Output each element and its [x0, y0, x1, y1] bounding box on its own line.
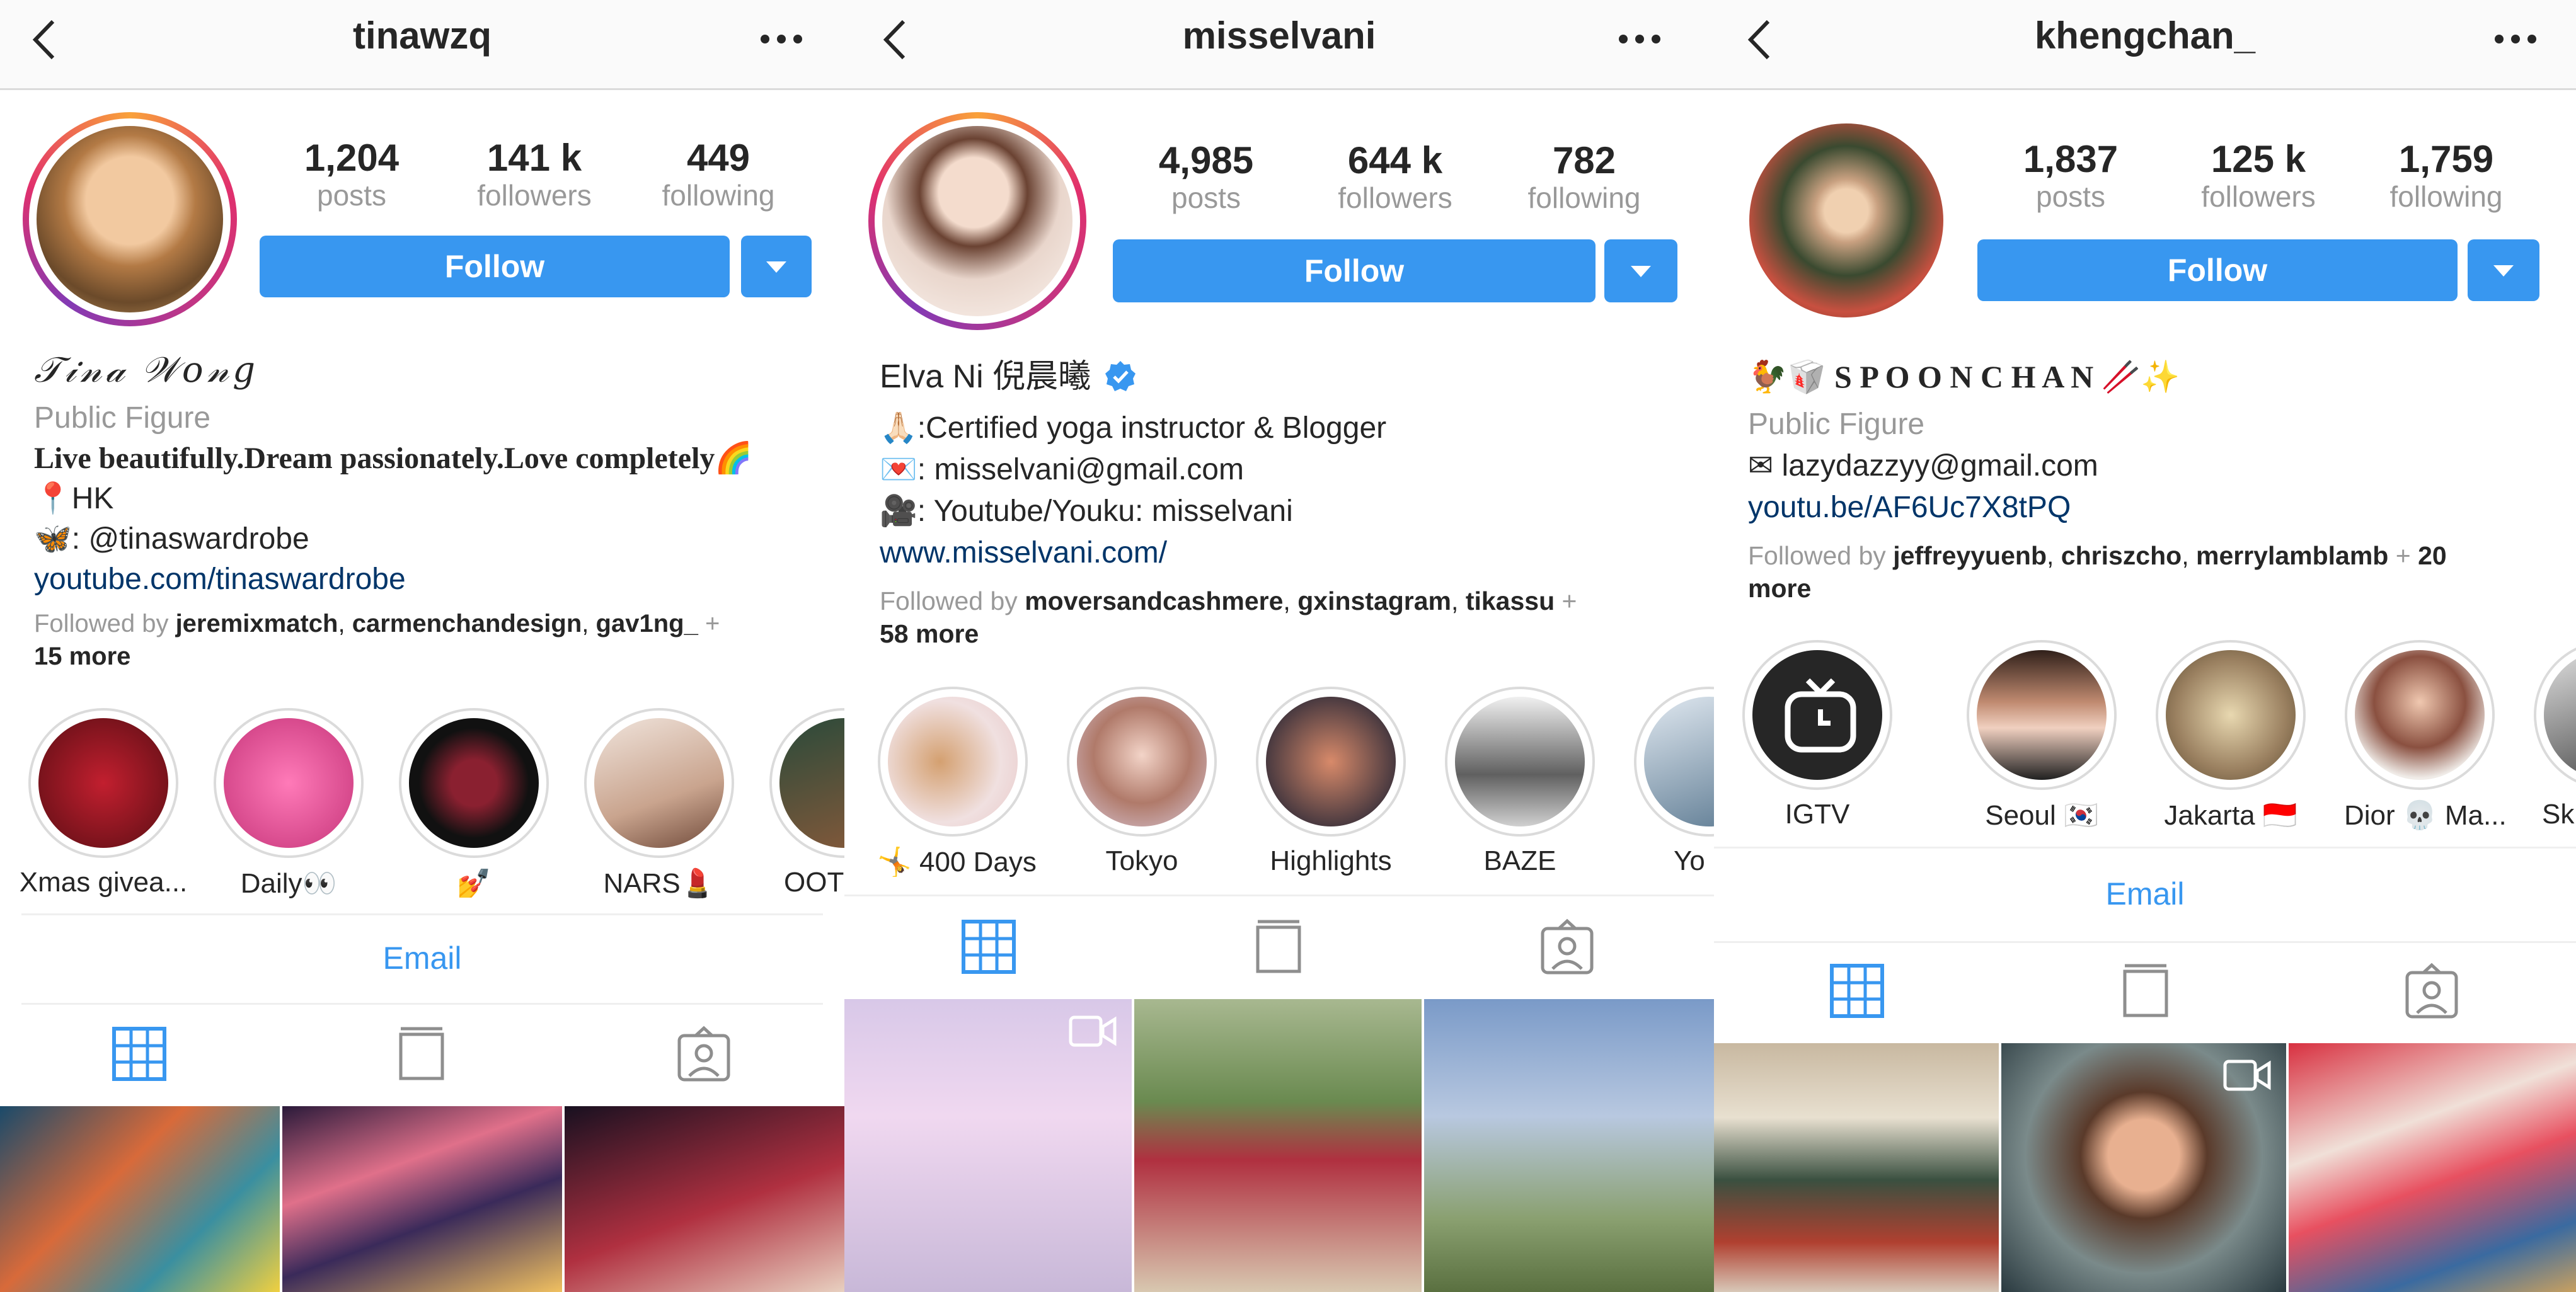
more-options-icon[interactable] [1614, 26, 1665, 52]
igtv-icon[interactable] [1250, 918, 1307, 975]
verified-badge-icon [1105, 361, 1136, 391]
highlight-igtv[interactable]: IGTV [1742, 640, 1893, 830]
followed-by[interactable]: Followed by jeremixmatch, carmenchandesi… [34, 607, 720, 640]
bio-line[interactable]: 🦋: @tinaswardrobe [34, 519, 309, 559]
tagged-icon[interactable] [1539, 918, 1596, 975]
post-thumbnail[interactable] [844, 999, 1132, 1292]
followed-by-more[interactable]: 58 more [880, 617, 979, 650]
post-thumbnail[interactable] [1424, 999, 1714, 1292]
highlight-story[interactable]: Tokyo [1066, 687, 1217, 877]
header-bar: misselvani [844, 0, 1714, 90]
followed-by[interactable]: Followed by jeffreyyuenb, chriszcho, mer… [1748, 539, 2447, 572]
post-thumbnail[interactable] [2289, 1043, 2576, 1292]
tagged-icon[interactable] [676, 1026, 732, 1082]
avatar-photo [882, 126, 1072, 316]
profile-panel-misselvani: misselvani 4,985 posts 644 k followers 782… [844, 0, 1714, 1292]
stat-followers[interactable]: 141 k followers [452, 137, 616, 212]
video-icon [2223, 1060, 2271, 1091]
grid-icon[interactable] [960, 918, 1017, 975]
follow-button[interactable]: Follow [260, 236, 730, 297]
post-thumbnail[interactable] [282, 1106, 562, 1292]
more-options-icon[interactable] [756, 26, 807, 52]
suggestions-dropdown-button[interactable] [2468, 239, 2539, 301]
bio-line: 🙏🏻:Certified yoga instructor & Blogger [880, 411, 1387, 445]
post-thumbnail[interactable] [1714, 1043, 1999, 1292]
bio-line: ✉ lazydazzyy@gmail.com [1748, 449, 2098, 483]
website-link[interactable]: www.misselvani.com/ [880, 533, 1167, 573]
avatar-photo [37, 126, 223, 312]
igtv-icon[interactable] [2117, 963, 2174, 1019]
post-thumbnail[interactable] [0, 1106, 280, 1292]
display-name: Elva Ni 倪晨曦 [880, 358, 1091, 395]
video-icon [1069, 1015, 1117, 1047]
stat-following[interactable]: 1,759 following [2364, 139, 2528, 214]
highlight-story[interactable]: Yo [1633, 687, 1714, 877]
highlight-story[interactable]: Jakarta 🇮🇩 [2155, 640, 2306, 832]
more-options-icon[interactable] [2490, 26, 2541, 52]
highlight-story[interactable]: NARS💄 [584, 708, 735, 900]
highlight-story[interactable]: OOT [769, 708, 844, 898]
stat-followers[interactable]: 644 k followers [1313, 140, 1477, 215]
profile-panel-khengchan: khengchan_ 1,837 posts 125 k followers 1,7… [1714, 0, 2576, 1292]
website-link[interactable]: youtube.com/tinaswardrobe [34, 559, 406, 600]
stat-posts: 4,985 posts [1158, 139, 1254, 215]
stat-followers[interactable]: 125 k followers [2176, 139, 2340, 214]
highlight-story[interactable]: Xmas givea... [20, 708, 187, 898]
follow-button[interactable]: Follow [1113, 239, 1596, 302]
avatar[interactable] [1749, 123, 1943, 317]
display-name-row: Elva Ni 倪晨曦 [880, 357, 1137, 397]
highlight-story[interactable]: Dior 💀 Ma... [2344, 640, 2507, 832]
header-bar: khengchan_ [1714, 0, 2576, 90]
category-label: Public Figure [1748, 408, 1925, 441]
igtv-icon[interactable] [393, 1026, 450, 1082]
highlight-story[interactable]: Daily👀 [213, 708, 364, 900]
follow-button[interactable]: Follow [1977, 239, 2458, 301]
igtv-logo-icon [1785, 678, 1856, 753]
profile-username: tinawzq [353, 14, 492, 57]
grid-icon[interactable] [1829, 963, 1885, 1019]
highlight-story[interactable]: Ski [2533, 640, 2576, 830]
display-name: 🐓🥡 S P O O N C H A N 🥢✨ [1748, 359, 2180, 394]
profile-username: misselvani [1182, 14, 1376, 57]
email-button[interactable]: Email [0, 940, 844, 976]
website-link[interactable]: youtu.be/AF6Uc7X8tPQ [1748, 488, 2071, 528]
bio-line: 📍HK [34, 482, 114, 515]
stat-posts: 1,837 posts [2023, 138, 2119, 214]
avatar[interactable] [868, 112, 1086, 330]
highlight-story[interactable]: BAZE [1444, 687, 1596, 877]
followed-by-more[interactable]: more [1748, 572, 1811, 605]
profile-panel-tinawzq: tinawzq 1,204 posts 141 k followers 449 fol… [0, 0, 844, 1292]
highlight-story[interactable]: 🤸 400 Days [877, 687, 1037, 878]
stat-posts: 1,204 posts [304, 137, 400, 212]
email-button[interactable]: Email [1714, 876, 2576, 912]
highlight-story[interactable]: Highlights [1255, 687, 1406, 877]
suggestions-dropdown-button[interactable] [741, 236, 812, 297]
suggestions-dropdown-button[interactable] [1604, 239, 1677, 302]
stat-following[interactable]: 449 following [636, 137, 800, 212]
followed-by[interactable]: Followed by moversandcashmere, gxinstagr… [880, 585, 1577, 617]
avatar[interactable] [23, 112, 237, 326]
bio-line: 🎥: Youtube/Youku: misselvani [880, 495, 1293, 528]
highlight-story[interactable]: 💅 [398, 708, 549, 900]
display-name: 𝒯𝒾𝓃𝒶 𝒲𝑜𝓃𝑔 [34, 351, 259, 390]
bio-line: Live beautifully.Dream passionately.Love… [34, 442, 753, 475]
post-thumbnail[interactable] [565, 1106, 844, 1292]
post-thumbnail[interactable] [1134, 999, 1422, 1292]
post-thumbnail[interactable] [2001, 1043, 2286, 1292]
highlight-story[interactable]: Seoul 🇰🇷 [1966, 640, 2117, 832]
bio-line: 💌: misselvani@gmail.com [880, 453, 1244, 486]
header-bar: tinawzq [0, 0, 844, 90]
category-label: Public Figure [34, 401, 211, 435]
followed-by-more[interactable]: 15 more [34, 640, 130, 673]
stat-following[interactable]: 782 following [1502, 140, 1666, 215]
tagged-icon[interactable] [2403, 963, 2460, 1019]
profile-username: khengchan_ [2034, 14, 2256, 57]
grid-icon[interactable] [111, 1026, 168, 1082]
